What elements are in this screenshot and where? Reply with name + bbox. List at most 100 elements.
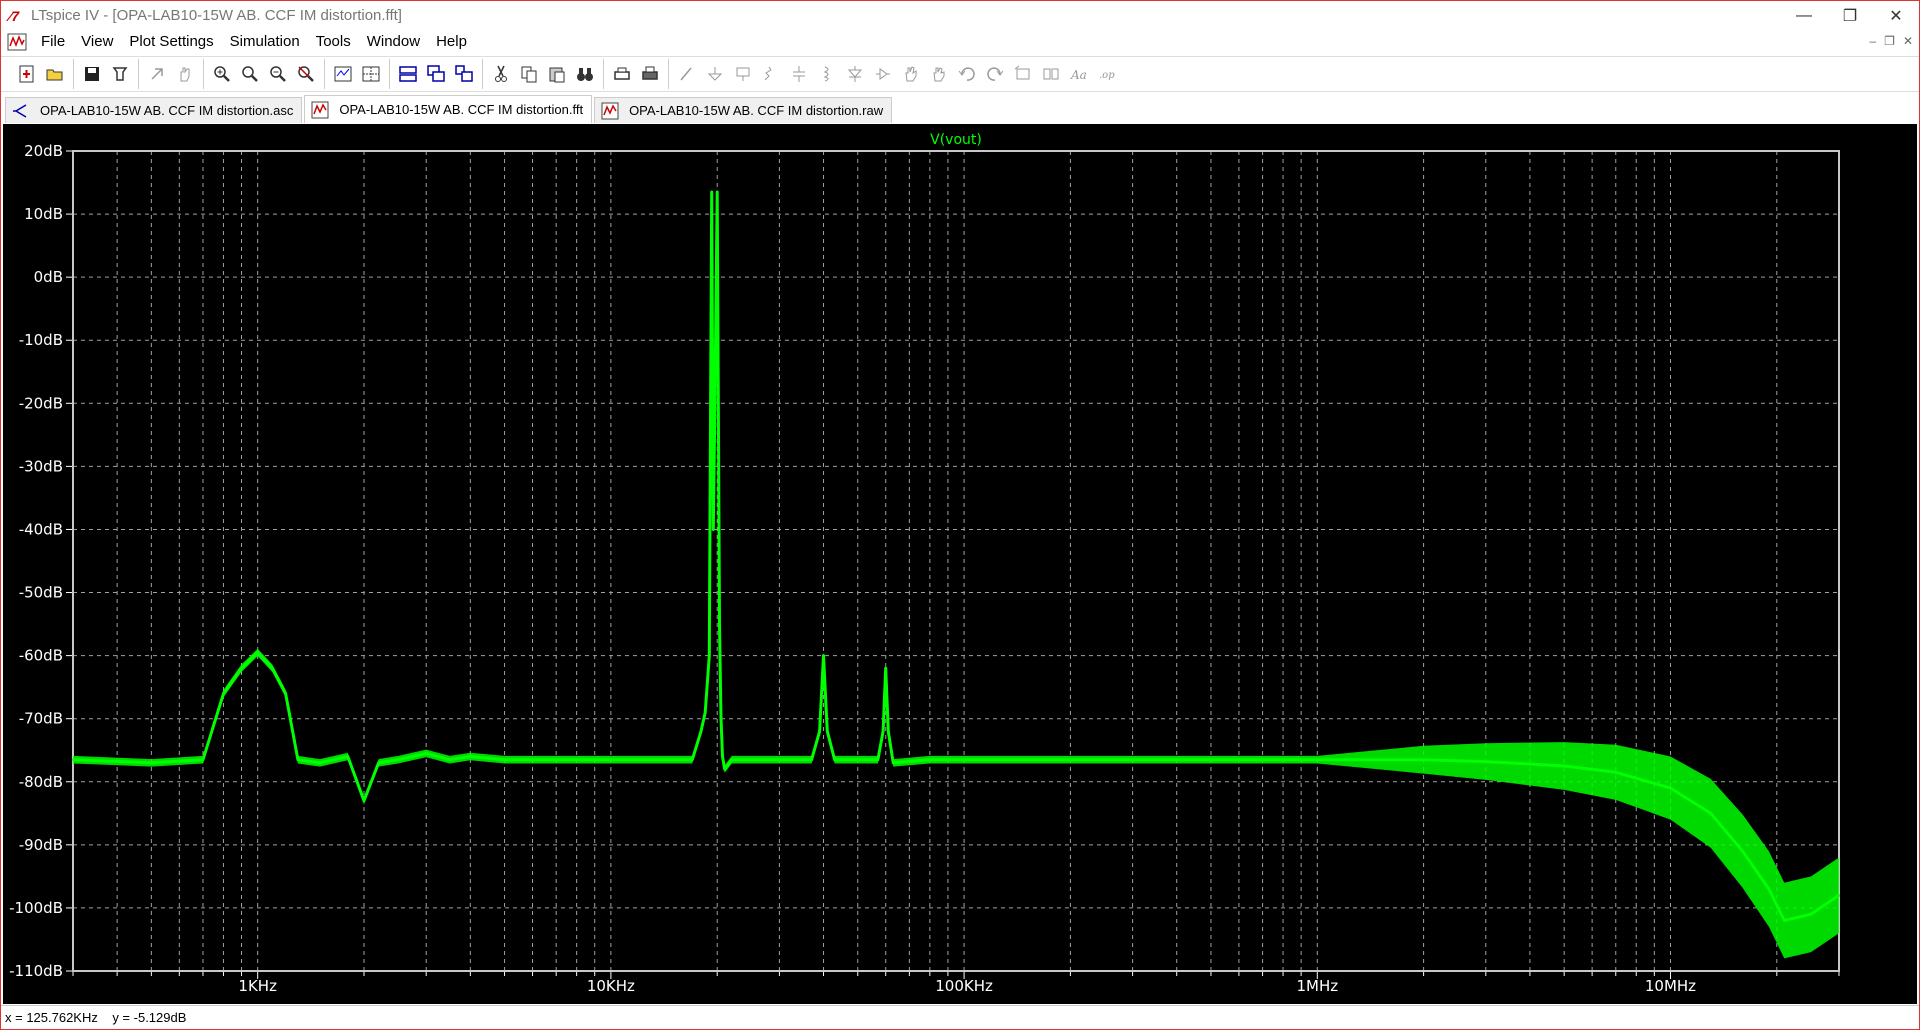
cursor-icon[interactable] <box>357 60 385 88</box>
menu-view[interactable]: View <box>73 30 121 54</box>
data-point <box>718 623 721 626</box>
data-point <box>1810 913 1812 916</box>
document-tabs: OPA-LAB10-15W AB. CCF IM distortion.asc … <box>1 94 1919 123</box>
tab-label: OPA-LAB10-15W AB. CCF IM distortion.asc <box>40 103 294 118</box>
text-icon[interactable]: Aa <box>1065 60 1093 88</box>
tab-label: OPA-LAB10-15W AB. CCF IM distortion.fft <box>339 102 584 117</box>
run-icon[interactable] <box>143 60 171 88</box>
inductor-icon[interactable] <box>813 60 841 88</box>
data-point <box>425 752 428 755</box>
open-folder-icon[interactable] <box>41 60 69 88</box>
data-point <box>1614 771 1617 774</box>
zoom-out-icon[interactable] <box>236 60 264 88</box>
rotate-icon[interactable] <box>1009 60 1037 88</box>
mdi-minimize-icon[interactable]: – <box>1869 34 1876 48</box>
wire-icon[interactable] <box>673 60 701 88</box>
copy-icon[interactable] <box>515 60 543 88</box>
svg-text:Aa: Aa <box>1070 68 1087 82</box>
tab-label: OPA-LAB10-15W AB. CCF IM distortion.raw <box>629 103 884 118</box>
data-point <box>284 692 287 695</box>
new-schematic-icon[interactable] <box>13 60 41 88</box>
menu-bar: File View Plot Settings Simulation Tools… <box>1 30 1919 54</box>
data-point <box>503 758 506 761</box>
mdi-controls: – ❐ ✕ <box>1869 34 1913 48</box>
data-point <box>609 758 612 761</box>
data-point <box>1741 850 1744 853</box>
waveform-plot-pane[interactable]: 20dB 10dB 0dB -10dB -20dB -30dB -40dB -50dB -60d… <box>3 124 1917 1004</box>
data-point <box>1838 894 1840 897</box>
y-tick-label: -50dB <box>19 584 63 602</box>
data-point <box>712 528 715 531</box>
save-icon[interactable] <box>78 60 106 88</box>
data-point <box>721 755 724 758</box>
data-point <box>240 667 243 670</box>
component-icon[interactable] <box>869 60 897 88</box>
plot-border <box>72 150 1840 972</box>
data-point <box>818 730 821 733</box>
pan-hand-icon[interactable] <box>171 60 199 88</box>
menu-file[interactable]: File <box>33 30 73 54</box>
ground-icon[interactable] <box>701 60 729 88</box>
undo-icon[interactable] <box>953 60 981 88</box>
drag-hand-icon[interactable] <box>925 60 953 88</box>
schematic-icon <box>13 103 27 118</box>
menu-help[interactable]: Help <box>428 30 475 54</box>
data-point <box>1316 758 1319 761</box>
find-binoculars-icon[interactable] <box>571 60 599 88</box>
data-point <box>1484 760 1487 763</box>
y-tick-label: 0dB <box>34 268 63 286</box>
autorange-icon[interactable] <box>329 60 357 88</box>
menu-tools[interactable]: Tools <box>308 30 359 54</box>
mdi-restore-icon[interactable]: ❐ <box>1884 34 1895 48</box>
mdi-close-icon[interactable]: ✕ <box>1903 34 1913 48</box>
label-net-icon[interactable] <box>729 60 757 88</box>
status-bar: x = 125.762KHz y = -5.129dB <box>1 1005 1919 1029</box>
menu-simulation[interactable]: Simulation <box>222 30 308 54</box>
data-point <box>713 402 716 405</box>
close-button[interactable]: ✕ <box>1873 1 1919 30</box>
print-icon[interactable] <box>636 60 664 88</box>
y-tick-label: -40dB <box>19 520 63 538</box>
cut-icon[interactable] <box>487 60 515 88</box>
cascade-icon[interactable] <box>422 60 450 88</box>
zoom-in-icon[interactable] <box>208 60 236 88</box>
zoom-fit-icon[interactable] <box>292 60 320 88</box>
data-point <box>72 758 74 761</box>
series-line <box>72 190 1840 922</box>
data-point <box>710 191 713 193</box>
title-bar[interactable]: ⁄7 LTspice IV - [OPA-LAB10-15W AB. CCF I… <box>1 1 1919 30</box>
x-tick-label: 1MHz <box>1296 977 1338 995</box>
fft-chart[interactable]: 20dB 10dB 0dB -10dB -20dB -30dB -40dB -50dB -60d… <box>3 124 1917 1004</box>
mirror-icon[interactable] <box>1037 60 1065 88</box>
waveform-icon <box>311 101 329 118</box>
resistor-icon[interactable] <box>757 60 785 88</box>
waveform-window-icon[interactable] <box>7 33 27 51</box>
menu-plot-settings[interactable]: Plot Settings <box>121 30 221 54</box>
restore-button[interactable]: ❐ <box>1827 1 1873 30</box>
data-point <box>778 758 781 761</box>
tile-vertical-icon[interactable] <box>450 60 478 88</box>
print-setup-icon[interactable] <box>608 60 636 88</box>
redo-icon[interactable] <box>981 60 1009 88</box>
minimize-button[interactable]: — <box>1781 1 1827 30</box>
paste-icon[interactable] <box>543 60 571 88</box>
tile-horizontal-icon[interactable] <box>394 60 422 88</box>
data-point <box>1783 919 1786 922</box>
move-hand-icon[interactable] <box>897 60 925 88</box>
zoom-back-icon[interactable] <box>264 60 292 88</box>
capacitor-icon[interactable] <box>785 60 813 88</box>
diode-icon[interactable] <box>841 60 869 88</box>
app-window: ⁄7 LTspice IV - [OPA-LAB10-15W AB. CCF I… <box>0 0 1920 1030</box>
tab-schematic[interactable]: OPA-LAB10-15W AB. CCF IM distortion.asc <box>5 97 303 123</box>
y-tick-label: -100dB <box>9 899 63 917</box>
tab-fft[interactable]: OPA-LAB10-15W AB. CCF IM distortion.fft <box>304 95 593 123</box>
data-point <box>723 768 726 771</box>
data-point <box>363 799 365 802</box>
spice-directive-icon[interactable]: .op <box>1093 60 1121 88</box>
data-point <box>222 692 225 695</box>
control-panel-icon[interactable] <box>106 60 134 88</box>
menu-window[interactable]: Window <box>359 30 428 54</box>
tab-raw[interactable]: OPA-LAB10-15W AB. CCF IM distortion.raw <box>594 97 893 123</box>
x-tick-label: 10MHz <box>1645 977 1696 995</box>
data-point <box>730 758 733 761</box>
